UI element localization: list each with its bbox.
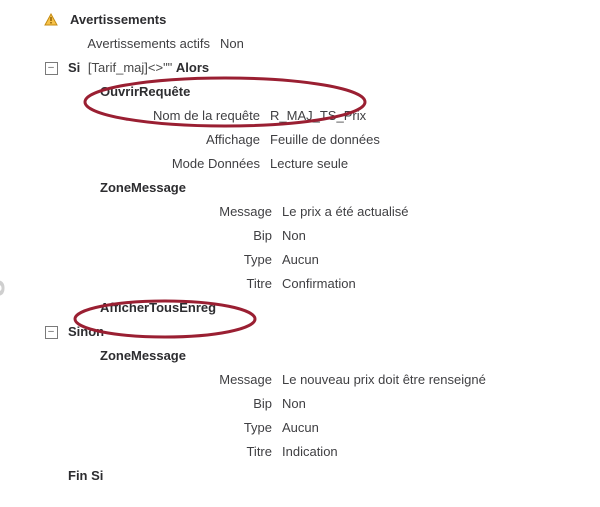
navigation-pane-label: Volet de navigation (0, 199, 6, 500)
if-condition: [Tarif_maj]<>"" (84, 56, 176, 80)
action-name: Avertissements (70, 8, 166, 32)
arg-row[interactable]: Titre Confirmation (40, 272, 580, 296)
arg-value: Non (220, 32, 244, 56)
arg-label: Affichage (40, 128, 270, 152)
arg-row[interactable]: Titre Indication (40, 440, 580, 464)
else-keyword: Sinon (68, 320, 104, 344)
arg-row[interactable]: Mode Données Lecture seule (40, 152, 580, 176)
then-keyword: Alors (176, 56, 209, 80)
arg-row[interactable]: Avertissements actifs Non (40, 32, 580, 56)
macro-designer: Avertissements Avertissements actifs Non… (40, 8, 580, 488)
arg-label: Type (40, 248, 282, 272)
arg-value: Non (282, 224, 306, 248)
collapse-toggle[interactable]: – (40, 326, 62, 339)
arg-row[interactable]: Nom de la requête R_MAJ_TS_Prix (40, 104, 580, 128)
arg-value: Le nouveau prix doit être renseigné (282, 368, 486, 392)
arg-row[interactable]: Type Aucun (40, 248, 580, 272)
endif-keyword: Fin Si (68, 464, 103, 488)
arg-value: Le prix a été actualisé (282, 200, 408, 224)
arg-row[interactable]: Message Le prix a été actualisé (40, 200, 580, 224)
else-row[interactable]: – Sinon (40, 320, 580, 344)
arg-value: Non (282, 392, 306, 416)
arg-value: R_MAJ_TS_Prix (270, 104, 366, 128)
arg-value: Feuille de données (270, 128, 380, 152)
arg-label: Type (40, 416, 282, 440)
action-name: OuvrirRequête (100, 80, 190, 104)
arg-value: Aucun (282, 248, 319, 272)
action-row-zone-message[interactable]: ZoneMessage (40, 344, 580, 368)
collapse-toggle[interactable]: – (40, 62, 62, 75)
action-name: ZoneMessage (100, 344, 186, 368)
arg-label: Message (40, 200, 282, 224)
action-row-open-query[interactable]: OuvrirRequête (40, 80, 580, 104)
action-name: ZoneMessage (100, 176, 186, 200)
arg-label: Titre (40, 440, 282, 464)
arg-label: Bip (40, 224, 282, 248)
warning-icon (40, 13, 62, 27)
arg-value: Indication (282, 440, 338, 464)
if-keyword: Si (68, 56, 80, 80)
arg-value: Aucun (282, 416, 319, 440)
action-row-warnings[interactable]: Avertissements (40, 8, 580, 32)
action-row-show-all[interactable]: AfficherTousEnreg (40, 296, 580, 320)
action-row-zone-message[interactable]: ZoneMessage (40, 176, 580, 200)
arg-label: Avertissements actifs (40, 32, 220, 56)
arg-row[interactable]: Bip Non (40, 224, 580, 248)
arg-label: Bip (40, 392, 282, 416)
arg-label: Titre (40, 272, 282, 296)
if-row[interactable]: – Si [Tarif_maj]<>"" Alors (40, 56, 580, 80)
arg-value: Confirmation (282, 272, 356, 296)
arg-row[interactable]: Message Le nouveau prix doit être rensei… (40, 368, 580, 392)
arg-label: Mode Données (40, 152, 270, 176)
endif-row[interactable]: Fin Si (40, 464, 580, 488)
arg-row[interactable]: Affichage Feuille de données (40, 128, 580, 152)
arg-value: Lecture seule (270, 152, 348, 176)
arg-row[interactable]: Bip Non (40, 392, 580, 416)
arg-label: Message (40, 368, 282, 392)
arg-row[interactable]: Type Aucun (40, 416, 580, 440)
arg-label: Nom de la requête (40, 104, 270, 128)
action-name: AfficherTousEnreg (100, 296, 216, 320)
